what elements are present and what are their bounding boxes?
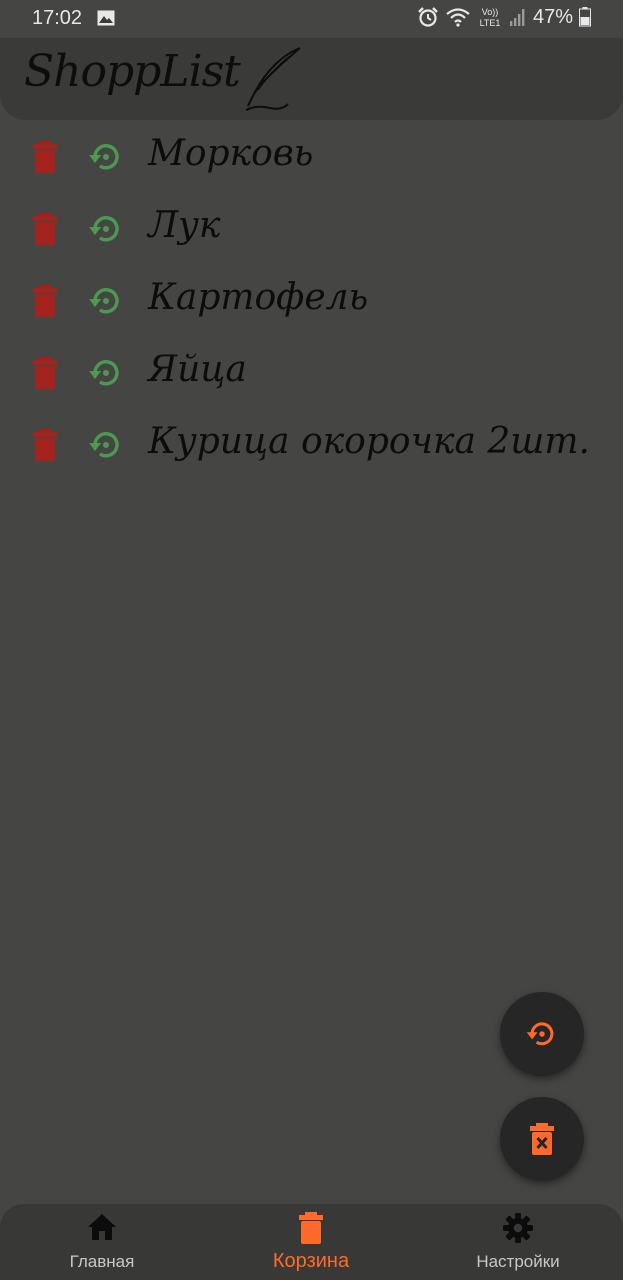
restore-icon[interactable] — [86, 137, 126, 177]
restore-all-button[interactable] — [500, 992, 584, 1076]
battery-percent: 47% — [532, 5, 573, 28]
wifi-icon — [446, 8, 470, 27]
delete-icon[interactable] — [33, 429, 57, 461]
delete-icon[interactable] — [33, 285, 57, 317]
item-label: Морковь — [148, 133, 314, 174]
delete-icon[interactable] — [33, 213, 57, 245]
bottom-nav: Главная Корзина Настройки — [0, 1204, 623, 1280]
volte-label-bottom: LTE1 — [480, 18, 501, 28]
delete-icon[interactable] — [33, 357, 57, 389]
item-label: Курица окорочка 2шт. — [148, 421, 590, 462]
status-icons: Vo)) LTE1 47% — [417, 5, 591, 29]
nav-item-settings[interactable]: Настройки — [438, 1204, 598, 1280]
quill-pen-icon — [245, 47, 301, 111]
image-icon — [97, 10, 115, 26]
trash-item: Морковь — [0, 125, 623, 197]
volte-label-top: Vo)) — [482, 7, 499, 17]
item-label: Яйца — [148, 349, 247, 390]
battery-icon — [579, 7, 591, 27]
home-icon — [88, 1214, 116, 1240]
restore-icon[interactable] — [86, 425, 126, 465]
trash-item: Лук — [0, 197, 623, 269]
status-time: 17:02 — [32, 7, 83, 29]
trash-item: Яйца — [0, 341, 623, 413]
signal-icon — [509, 9, 525, 26]
delete-all-button[interactable] — [500, 1097, 584, 1181]
nav-item-home[interactable]: Главная — [22, 1204, 182, 1280]
item-label: Лук — [148, 205, 221, 246]
restore-icon — [526, 1022, 554, 1046]
app-title: ShoppList — [24, 46, 241, 97]
nav-item-trash[interactable]: Корзина — [231, 1204, 391, 1280]
trash-item: Картофель — [0, 269, 623, 341]
item-label: Картофель — [148, 277, 369, 318]
nav-label: Главная — [69, 1252, 135, 1271]
nav-label: Корзина — [272, 1250, 350, 1272]
restore-icon[interactable] — [86, 353, 126, 393]
delete-forever-icon — [530, 1123, 554, 1155]
status-bar: 17:02 Vo)) LTE1 47% — [0, 0, 623, 38]
restore-icon[interactable] — [86, 209, 126, 249]
trash-icon — [299, 1212, 323, 1244]
nav-label: Настройки — [476, 1252, 560, 1271]
gear-icon — [503, 1213, 533, 1243]
alarm-icon — [418, 7, 438, 27]
delete-icon[interactable] — [33, 141, 57, 173]
trash-item: Курица окорочка 2шт. — [0, 413, 623, 485]
volte-icon: Vo)) LTE1 — [480, 7, 501, 28]
restore-icon[interactable] — [86, 281, 126, 321]
